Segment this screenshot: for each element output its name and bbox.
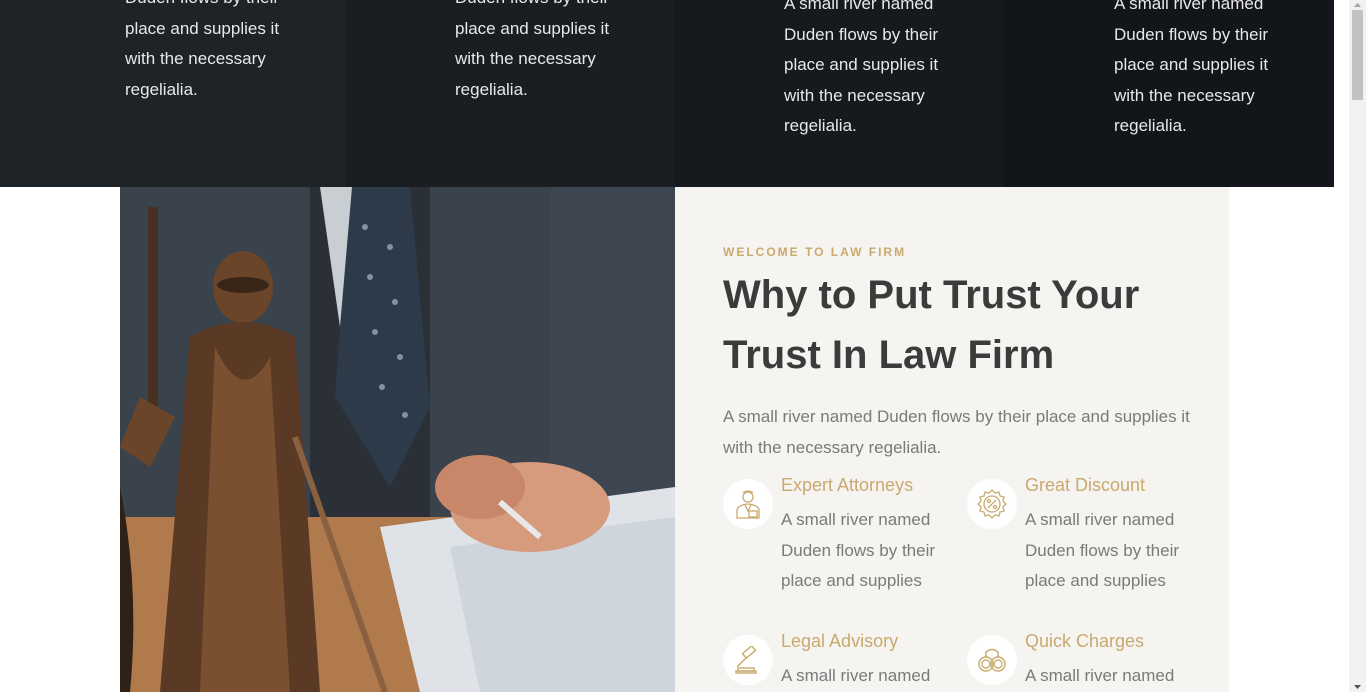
feature-title: Expert Attorneys [781, 475, 914, 495]
feature-title: Great Discount [1025, 475, 1146, 495]
attorney-icon [723, 479, 773, 529]
section-title: Why to Put Trust Your Trust In Law Firm [723, 273, 1140, 377]
service-description: A small river named Duden flows by their… [784, 0, 939, 135]
service-description: Duden flows by their place and supplies … [125, 0, 280, 99]
service-column-4: A small river named Duden flows by their… [1004, 0, 1334, 187]
service-column-1: Duden flows by their place and supplies … [0, 0, 345, 187]
services-band: Duden flows by their place and supplies … [0, 0, 1334, 187]
feature-description: A small river named [781, 666, 931, 685]
feature-description: A small river named [1025, 666, 1175, 685]
service-column-3: A small river named Duden flows by their… [674, 0, 1004, 187]
feature-title: Legal Advisory [781, 631, 899, 651]
section-description: A small river named Duden flows by their… [723, 407, 1190, 457]
service-description: Duden flows by their place and supplies … [455, 0, 610, 99]
lady-justice-photo [120, 187, 675, 692]
section-eyebrow: WELCOME TO LAW FIRM [723, 245, 907, 259]
discount-badge-icon [967, 479, 1017, 529]
scroll-up-arrow-icon[interactable] [1349, 0, 1366, 10]
scroll-down-arrow-icon[interactable] [1349, 682, 1366, 692]
feature-description: A small river named Duden flows by their… [1025, 510, 1180, 590]
feature-title: Quick Charges [1025, 631, 1145, 651]
page-scrollbar[interactable] [1349, 0, 1366, 692]
scrollbar-thumb[interactable] [1352, 10, 1363, 100]
service-column-2: Duden flows by their place and supplies … [345, 0, 674, 187]
gavel-icon [723, 635, 773, 685]
why-trust-panel: WELCOME TO LAW FIRM Why to Put Trust You… [675, 187, 1229, 692]
handcuffs-icon [967, 635, 1017, 685]
feature-description: A small river named Duden flows by their… [781, 510, 936, 590]
service-description: A small river named Duden flows by their… [1114, 0, 1269, 135]
